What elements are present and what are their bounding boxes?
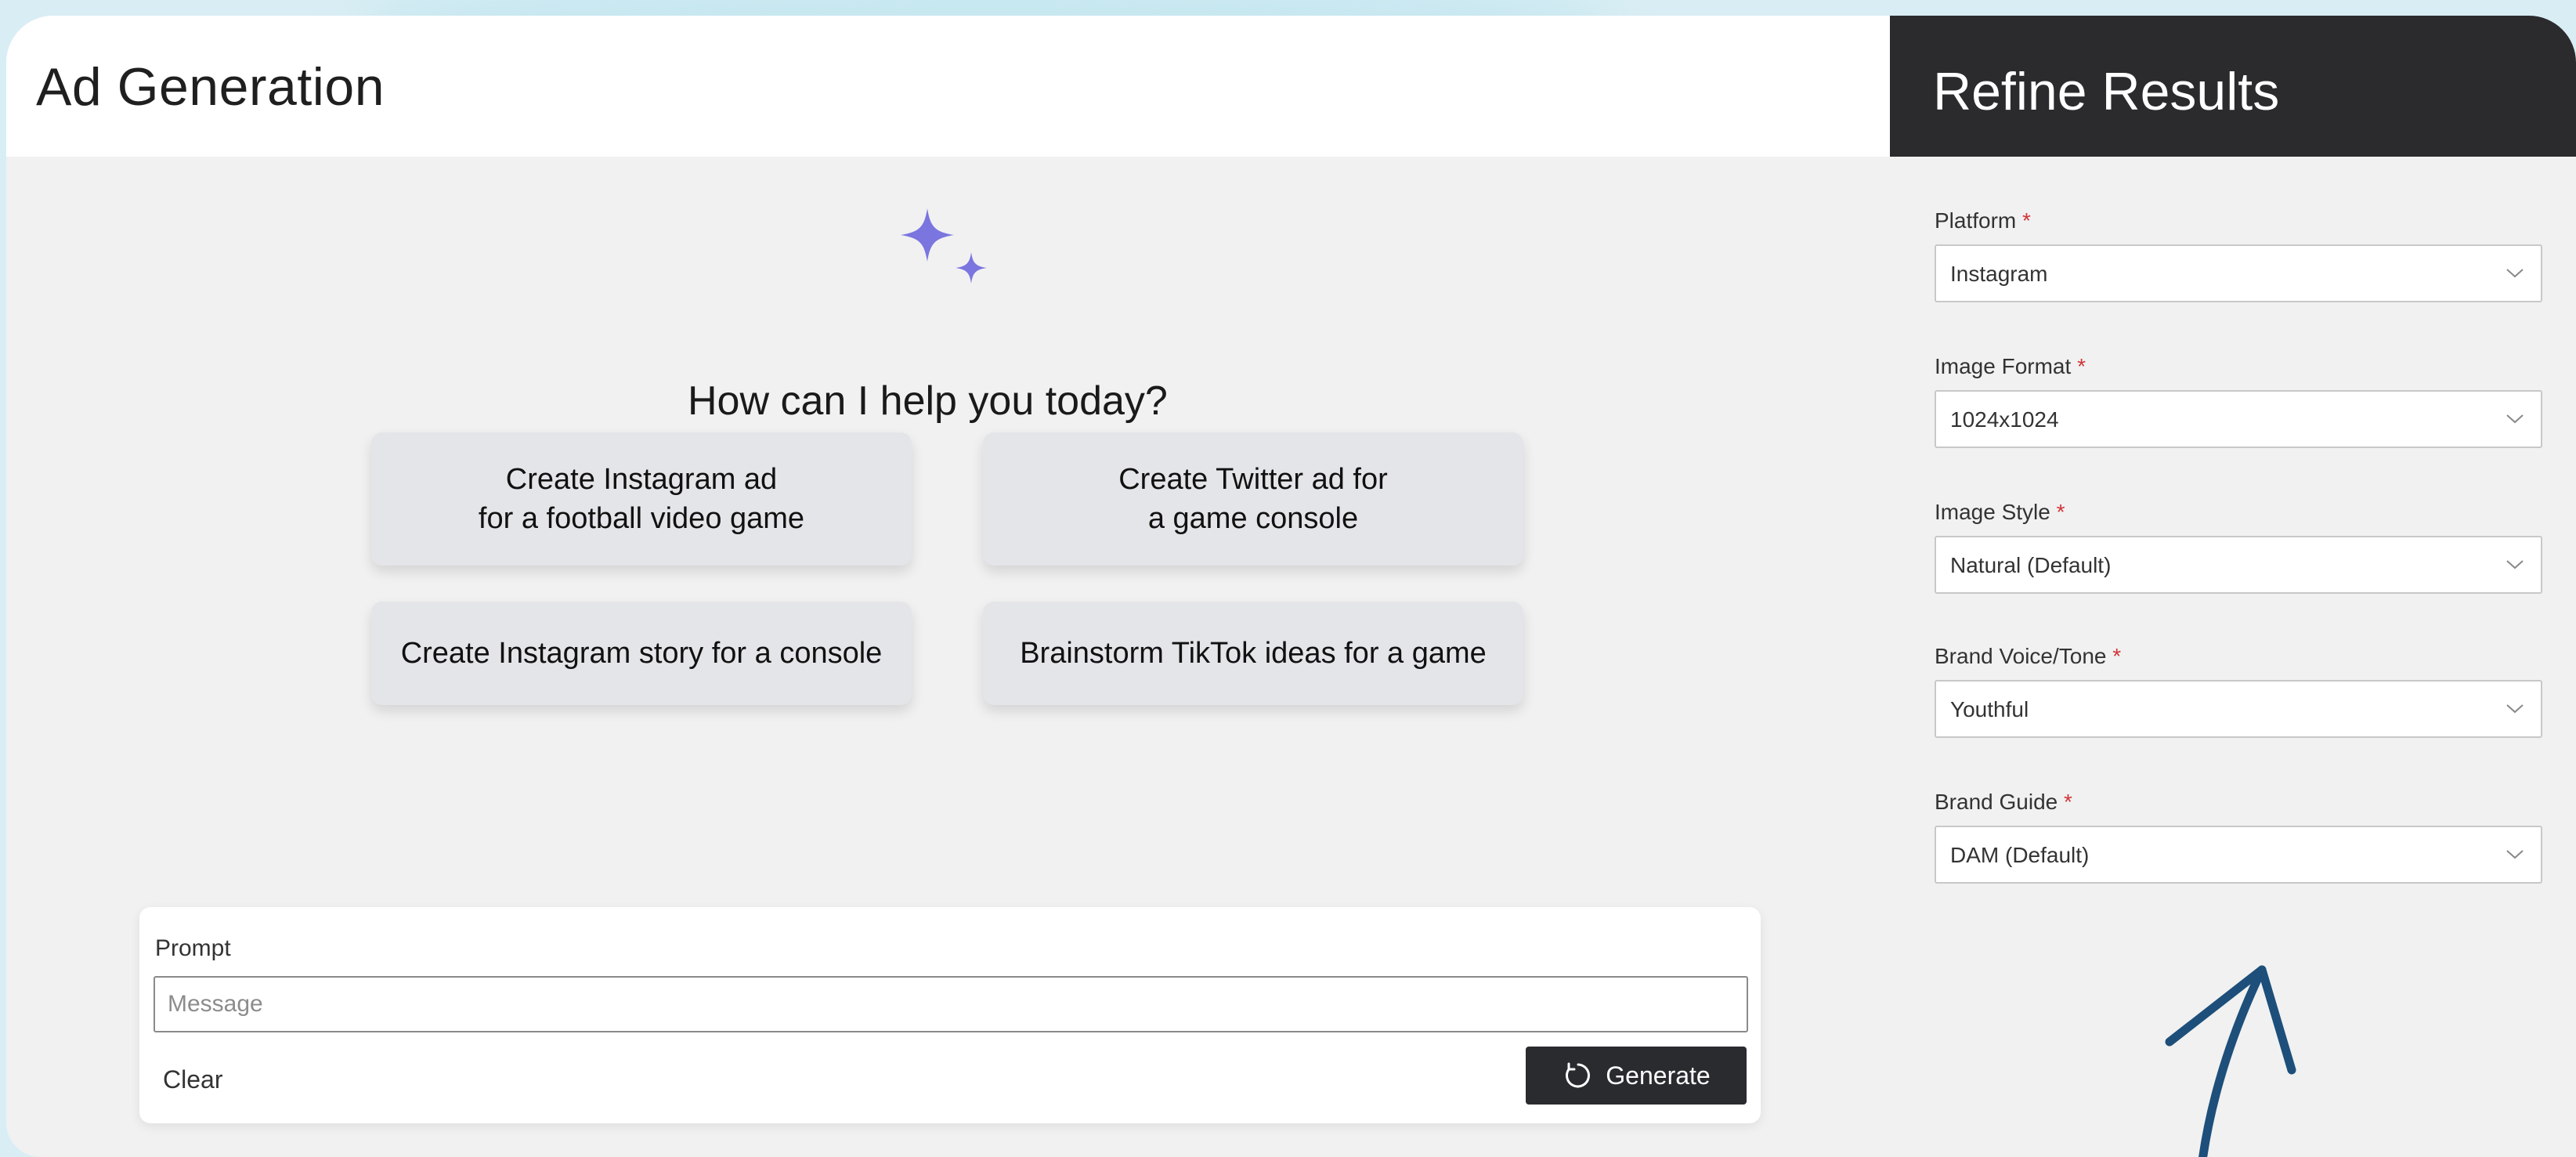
clear-button[interactable]: Clear — [163, 1065, 222, 1094]
sparkle-icon — [901, 208, 987, 284]
arrow-up-icon — [2165, 965, 2296, 1157]
image-style-label: Image Style * — [1935, 500, 2065, 524]
chevron-down-icon — [2506, 560, 2524, 569]
generate-label: Generate — [1606, 1061, 1711, 1090]
generate-button[interactable]: Generate — [1526, 1047, 1747, 1105]
brand-voice-select[interactable]: Youthful — [1935, 680, 2542, 738]
platform-select[interactable]: Instagram — [1935, 244, 2542, 302]
image-style-select[interactable]: Natural (Default) — [1935, 536, 2542, 594]
image-style-value: Natural (Default) — [1950, 553, 2112, 577]
suggestion-twitter-ad[interactable]: Create Twitter ad for a game console — [983, 432, 1523, 566]
brand-guide-value: DAM (Default) — [1950, 843, 2090, 867]
platform-value: Instagram — [1950, 262, 2048, 286]
required-marker: * — [2056, 500, 2065, 524]
sidebar-header: Refine Results — [1890, 16, 2576, 157]
required-marker: * — [2022, 208, 2031, 233]
chevron-down-icon — [2506, 414, 2524, 424]
app-window: Ad Generation Refine Results How can I h… — [6, 16, 2576, 1157]
chevron-down-icon — [2506, 269, 2524, 278]
platform-label: Platform * — [1935, 208, 2031, 233]
brand-guide-label: Brand Guide * — [1935, 790, 2072, 814]
brand-voice-label: Brand Voice/Tone * — [1935, 644, 2122, 668]
sidebar-title: Refine Results — [1933, 62, 2280, 121]
suggestion-instagram-ad[interactable]: Create Instagram ad for a football video… — [371, 432, 912, 566]
prompt-card: Prompt Clear Generate — [139, 907, 1761, 1123]
required-marker: * — [2077, 354, 2086, 378]
suggestion-instagram-story[interactable]: Create Instagram story for a console — [371, 602, 912, 705]
image-format-select[interactable]: 1024x1024 — [1935, 390, 2542, 448]
image-format-label: Image Format * — [1935, 354, 2086, 378]
required-marker: * — [2112, 644, 2122, 668]
page-title: Ad Generation — [36, 57, 385, 117]
greeting-heading: How can I help you today? — [688, 378, 1168, 424]
brand-guide-select[interactable]: DAM (Default) — [1935, 826, 2542, 884]
chevron-down-icon — [2506, 850, 2524, 859]
brand-voice-value: Youthful — [1950, 697, 2029, 721]
image-format-value: 1024x1024 — [1950, 407, 2059, 432]
main-header: Ad Generation — [6, 16, 1890, 157]
refresh-icon — [1566, 1062, 1591, 1088]
prompt-label: Prompt — [155, 935, 231, 961]
required-marker: * — [2064, 790, 2072, 814]
message-input[interactable] — [154, 976, 1748, 1032]
suggestion-tiktok-ideas[interactable]: Brainstorm TikTok ideas for a game — [983, 602, 1523, 705]
chevron-down-icon — [2506, 704, 2524, 714]
